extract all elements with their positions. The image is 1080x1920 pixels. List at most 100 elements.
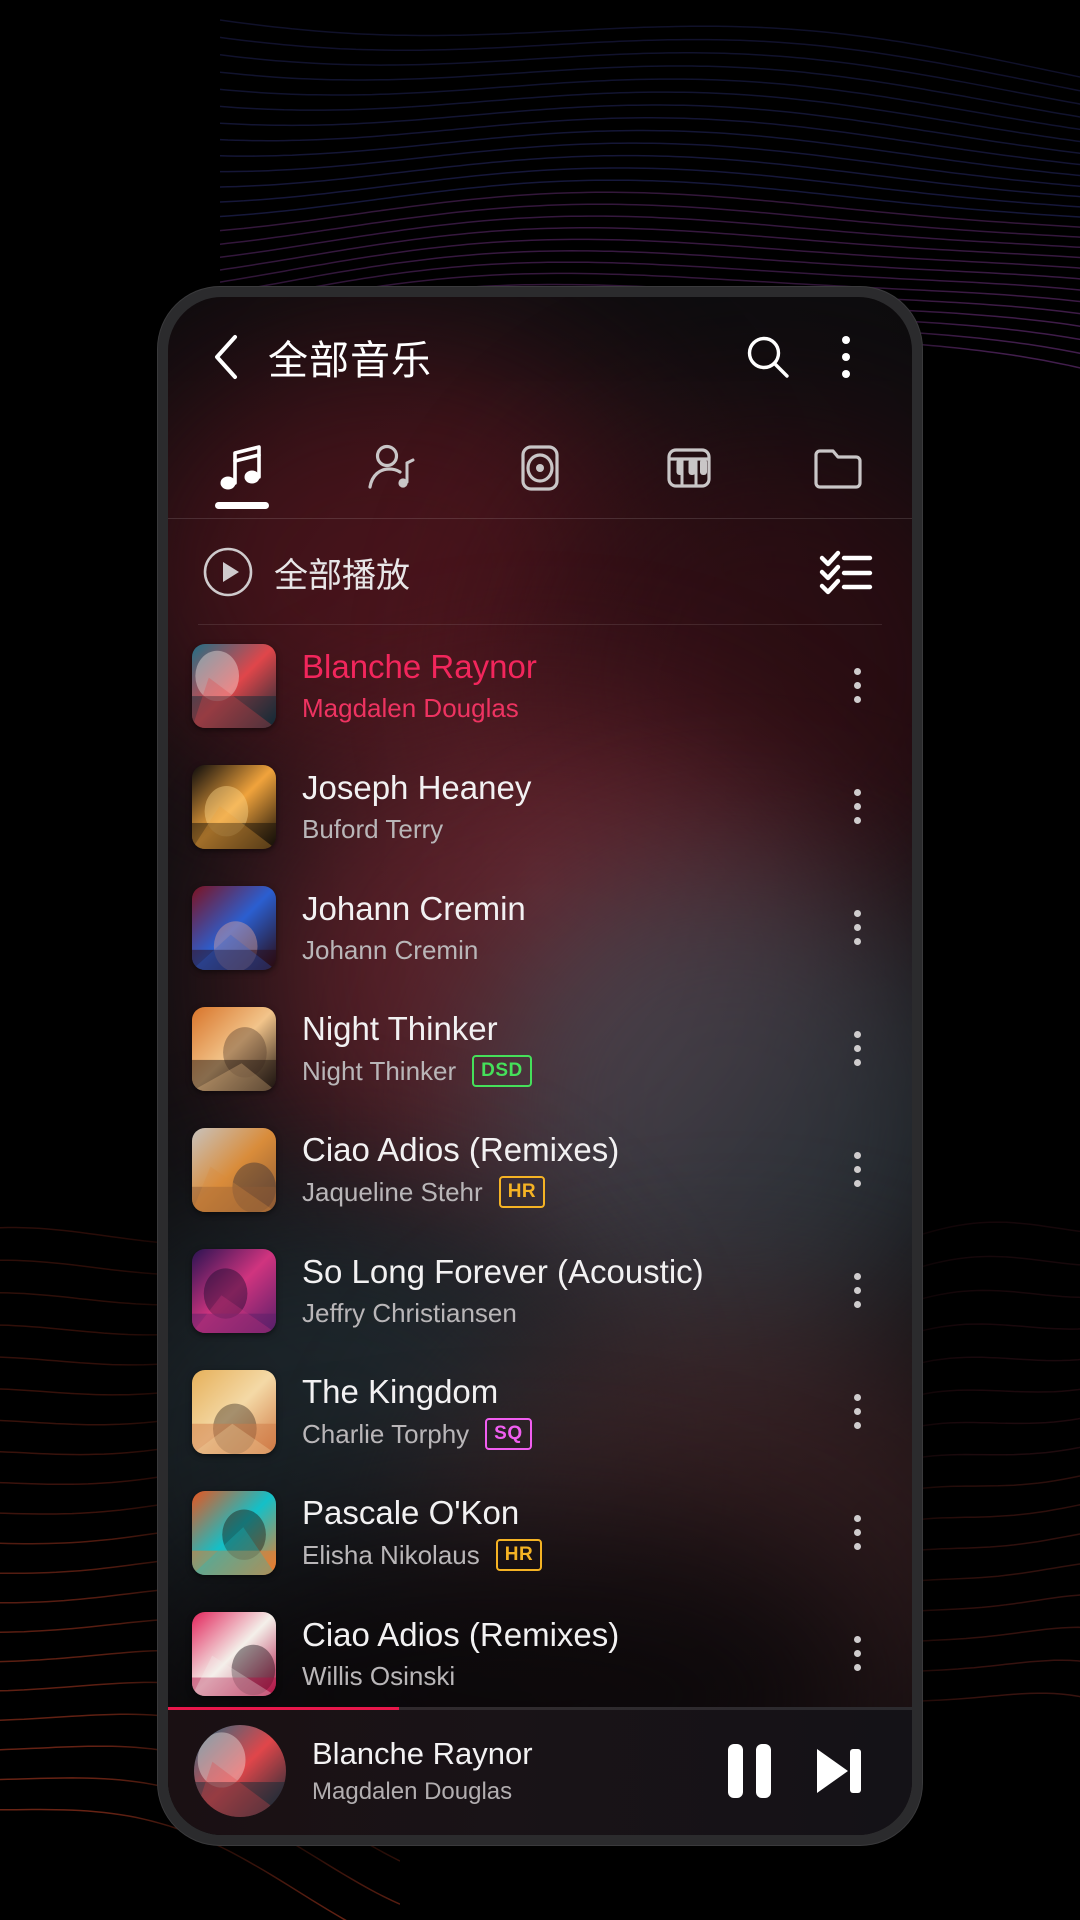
mini-player-artwork[interactable] xyxy=(194,1725,286,1817)
song-overflow-button[interactable] xyxy=(828,1609,886,1699)
song-overflow-button[interactable] xyxy=(828,1125,886,1215)
song-title: Blanche Raynor xyxy=(302,647,537,685)
song-row[interactable]: Night Thinker Night Thinker DSD xyxy=(168,988,912,1109)
song-meta: Night Thinker Night Thinker DSD xyxy=(302,1010,828,1087)
mini-player-progress-track[interactable] xyxy=(168,1707,912,1710)
tab-artists[interactable] xyxy=(317,417,466,519)
song-overflow-button[interactable] xyxy=(828,762,886,852)
song-overflow-button[interactable] xyxy=(828,1488,886,1578)
song-artwork xyxy=(192,885,276,970)
song-row[interactable]: Johann Cremin Johann Cremin xyxy=(168,867,912,988)
song-title: Ciao Adios (Remixes) xyxy=(302,1615,620,1653)
song-row[interactable]: Pascale O'Kon Elisha Nikolaus HR xyxy=(168,1472,912,1593)
song-subline: Buford Terry xyxy=(302,814,828,845)
skip-next-icon xyxy=(817,1749,861,1793)
category-tab-bar xyxy=(168,417,912,519)
play-circle-icon xyxy=(203,547,253,597)
more-vertical-icon xyxy=(853,1273,861,1308)
overflow-menu-button[interactable] xyxy=(814,325,878,389)
song-row[interactable]: Blanche Raynor Magdalen Douglas xyxy=(168,625,912,746)
more-vertical-icon xyxy=(842,336,850,378)
song-subline: Johann Cremin xyxy=(302,935,828,966)
more-vertical-icon xyxy=(853,910,861,945)
song-title: Johann Cremin xyxy=(302,889,526,927)
song-artist: Jaqueline Stehr xyxy=(302,1176,483,1207)
song-overflow-button[interactable] xyxy=(828,1246,886,1336)
song-artist: Willis Osinski xyxy=(302,1660,456,1691)
album-disc-icon xyxy=(521,445,559,491)
song-title: The Kingdom xyxy=(302,1373,499,1410)
song-overflow-button[interactable] xyxy=(828,1367,886,1457)
song-artwork xyxy=(192,1611,276,1696)
phone-screen: 全部音乐 全部播放 Blanche Raynor Magdalen Dougla… xyxy=(168,297,912,1835)
song-artwork xyxy=(192,1127,276,1212)
folder-icon xyxy=(813,449,862,489)
song-meta: Johann Cremin Johann Cremin xyxy=(302,890,828,966)
tab-genres[interactable] xyxy=(614,417,763,519)
mini-player-progress-fill xyxy=(168,1707,399,1710)
tab-active-indicator xyxy=(215,502,270,509)
song-artwork xyxy=(192,1248,276,1333)
quality-badge: SQ xyxy=(485,1418,532,1450)
mini-player-meta: Blanche Raynor Magdalen Douglas xyxy=(312,1736,706,1806)
tab-folders[interactable] xyxy=(763,417,912,519)
song-title: Joseph Heaney xyxy=(302,768,532,806)
multi-select-button[interactable] xyxy=(814,540,878,604)
pause-button[interactable] xyxy=(706,1728,792,1814)
quality-badge: HR xyxy=(495,1539,543,1571)
song-meta: Blanche Raynor Magdalen Douglas xyxy=(302,648,828,724)
play-all-label: 全部播放 xyxy=(274,555,410,596)
song-row[interactable]: Ciao Adios (Remixes) Jaqueline Stehr HR xyxy=(168,1109,912,1230)
song-overflow-button[interactable] xyxy=(828,883,886,973)
song-subline: Night Thinker DSD xyxy=(302,1055,828,1087)
song-artist: Elisha Nikolaus xyxy=(302,1539,480,1570)
phone-frame: 全部音乐 全部播放 Blanche Raynor Magdalen Dougla… xyxy=(158,287,922,1845)
more-vertical-icon xyxy=(853,1031,861,1066)
quality-badge: DSD xyxy=(472,1055,532,1087)
song-meta: So Long Forever (Acoustic) Jeffry Christi… xyxy=(302,1253,828,1329)
song-row[interactable]: Joseph Heaney Buford Terry xyxy=(168,746,912,867)
next-button[interactable] xyxy=(792,1728,878,1814)
song-meta: The Kingdom Charlie Torphy SQ xyxy=(302,1373,828,1450)
song-subline: Willis Osinski xyxy=(302,1661,828,1692)
song-meta: Joseph Heaney Buford Terry xyxy=(302,769,828,845)
song-meta: Pascale O'Kon Elisha Nikolaus HR xyxy=(302,1494,828,1571)
song-artist: Charlie Torphy xyxy=(302,1418,470,1449)
song-list: Blanche Raynor Magdalen Douglas Joseph Hea… xyxy=(168,625,912,1714)
song-artist: Buford Terry xyxy=(302,813,444,844)
song-overflow-button[interactable] xyxy=(828,641,886,731)
tab-songs[interactable] xyxy=(168,417,317,519)
song-artwork xyxy=(192,764,276,849)
song-artist: Night Thinker xyxy=(302,1055,457,1086)
song-title: Ciao Adios (Remixes) xyxy=(302,1131,620,1168)
song-row[interactable]: The Kingdom Charlie Torphy SQ xyxy=(168,1351,912,1472)
chevron-left-icon xyxy=(215,335,237,379)
pause-icon xyxy=(727,1744,771,1798)
song-row[interactable]: Ciao Adios (Remixes) Willis Osinski xyxy=(168,1593,912,1714)
song-subline: Elisha Nikolaus HR xyxy=(302,1539,828,1571)
back-button[interactable] xyxy=(198,329,254,385)
mini-player-title: Blanche Raynor xyxy=(312,1736,533,1771)
mini-player[interactable]: Blanche Raynor Magdalen Douglas xyxy=(168,1707,912,1835)
mini-player-artist: Magdalen Douglas xyxy=(312,1778,513,1805)
song-overflow-button[interactable] xyxy=(828,1004,886,1094)
more-vertical-icon xyxy=(853,1394,861,1429)
more-vertical-icon xyxy=(853,1636,861,1671)
play-all-row[interactable]: 全部播放 xyxy=(168,519,912,625)
song-artwork xyxy=(192,643,276,728)
more-vertical-icon xyxy=(853,1515,861,1550)
more-vertical-icon xyxy=(853,668,861,703)
song-subline: Jaqueline Stehr HR xyxy=(302,1176,828,1208)
tab-albums[interactable] xyxy=(466,417,615,519)
app-bar: 全部音乐 xyxy=(168,297,912,417)
song-artwork xyxy=(192,1006,276,1091)
song-title: Pascale O'Kon xyxy=(302,1494,520,1531)
song-row[interactable]: So Long Forever (Acoustic) Jeffry Christi… xyxy=(168,1230,912,1351)
screenshot-root: 全部音乐 全部播放 Blanche Raynor Magdalen Dougla… xyxy=(0,0,1080,1920)
song-subline: Charlie Torphy SQ xyxy=(302,1418,828,1450)
artist-icon xyxy=(368,444,415,489)
search-icon xyxy=(747,336,789,378)
search-button[interactable] xyxy=(736,325,800,389)
song-meta: Ciao Adios (Remixes) Jaqueline Stehr HR xyxy=(302,1131,828,1208)
song-artist: Jeffry Christiansen xyxy=(302,1297,517,1328)
